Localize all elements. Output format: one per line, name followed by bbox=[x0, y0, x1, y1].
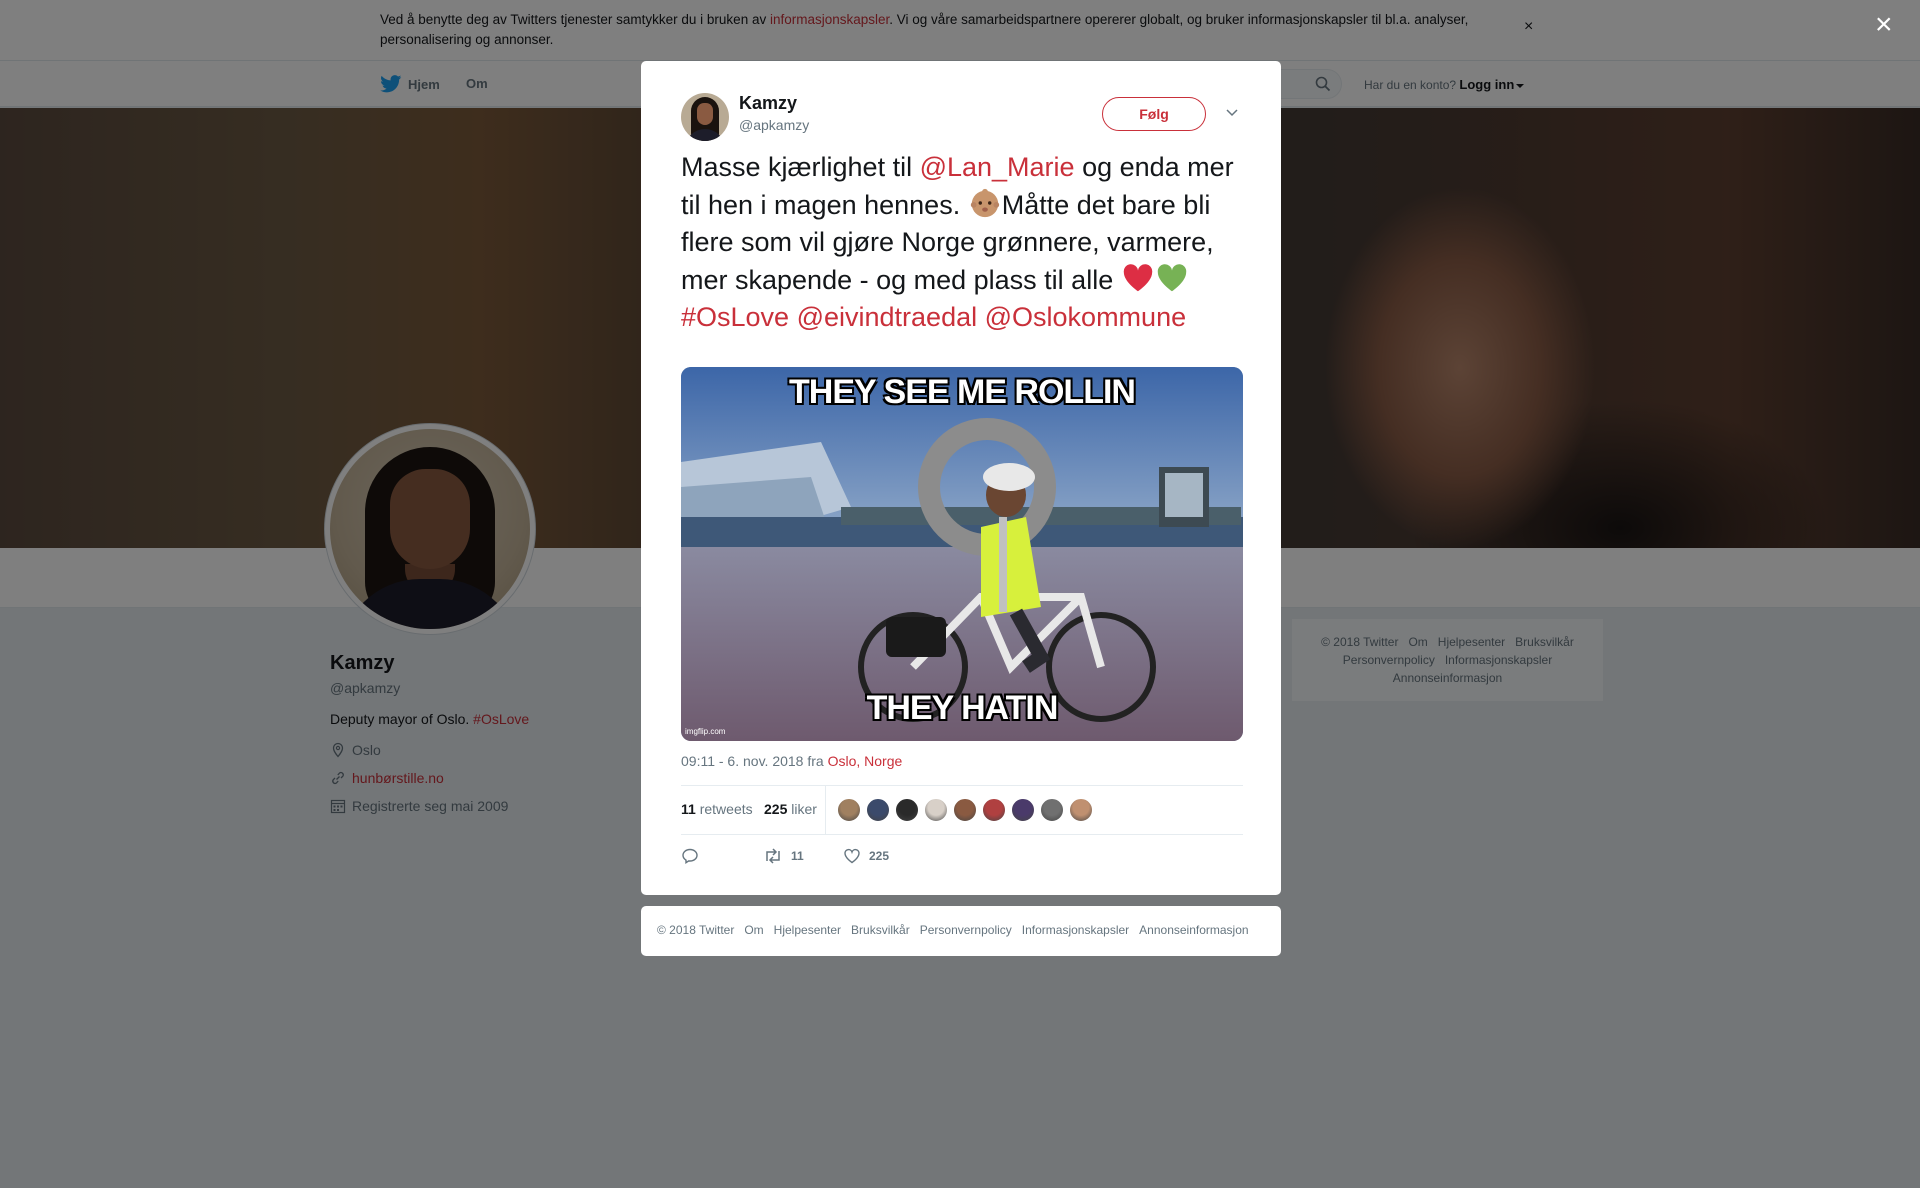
liker-avatar[interactable] bbox=[895, 798, 919, 822]
modal-footer-link-about[interactable]: Om bbox=[744, 923, 763, 937]
retweets-count: 11 bbox=[681, 801, 696, 817]
liker-avatar[interactable] bbox=[953, 798, 977, 822]
heart-icon bbox=[844, 848, 860, 864]
stats-divider bbox=[825, 786, 826, 834]
modal-footer-link-cookies[interactable]: Informasjonskapsler bbox=[1022, 923, 1129, 937]
likes-count: 225 bbox=[764, 801, 788, 817]
tweet-stats: 11 retweets 225 liker bbox=[681, 785, 1243, 835]
tweet-actions: 11 225 bbox=[681, 845, 1243, 875]
meme-caption-bottom: THEY HATIN bbox=[866, 689, 1059, 727]
modal-footer-link-terms[interactable]: Bruksvilkår bbox=[851, 923, 910, 937]
mention-link-lan-marie[interactable]: @Lan_Marie bbox=[920, 152, 1075, 182]
modal-footer-link-privacy[interactable]: Personvernpolicy bbox=[920, 923, 1012, 937]
tweet-timestamp: 09:11 - 6. nov. 2018 fra Oslo, Norge bbox=[681, 753, 902, 769]
liker-avatar[interactable] bbox=[1069, 798, 1093, 822]
like-button[interactable]: 225 bbox=[843, 847, 889, 865]
mention-link-oslokommune[interactable]: @Oslokommune bbox=[985, 302, 1186, 332]
tweet-author-handle[interactable]: @apkamzy bbox=[739, 117, 809, 133]
tweet-modal: Kamzy @apkamzy Følg Masse kjærlighet til… bbox=[641, 61, 1281, 895]
likes-label: liker bbox=[791, 801, 817, 817]
mention-link-eivindtraedal[interactable]: @eivindtraedal bbox=[797, 302, 978, 332]
reply-icon bbox=[682, 848, 698, 865]
liker-avatar[interactable] bbox=[924, 798, 948, 822]
tweet-text-part1: Masse kjærlighet til bbox=[681, 152, 920, 182]
retweet-button[interactable]: 11 bbox=[763, 847, 804, 865]
modal-footer-link-help[interactable]: Hjelpesenter bbox=[774, 923, 841, 937]
like-count: 225 bbox=[869, 849, 890, 863]
tweet-media-image[interactable]: THEY SEE ME ROLLIN THEY HATIN imgflip.co… bbox=[681, 367, 1243, 741]
liker-avatar[interactable] bbox=[866, 798, 890, 822]
tweet-author-name[interactable]: Kamzy bbox=[739, 93, 797, 114]
retweet-count: 11 bbox=[791, 849, 804, 863]
tweet-author-avatar[interactable] bbox=[681, 93, 729, 141]
liker-avatar[interactable] bbox=[982, 798, 1006, 822]
likes-stat[interactable]: 225 liker bbox=[764, 801, 817, 817]
liker-avatar[interactable] bbox=[837, 798, 861, 822]
chevron-down-icon[interactable] bbox=[1225, 105, 1239, 119]
baby-emoji-icon bbox=[970, 188, 999, 218]
liker-avatar[interactable] bbox=[1040, 798, 1064, 822]
meme-photo bbox=[681, 367, 1243, 741]
tweet-text: Masse kjærlighet til @Lan_Marie og enda … bbox=[681, 149, 1251, 336]
liker-avatar[interactable] bbox=[1011, 798, 1035, 822]
modal-footer-copyright: © 2018 Twitter bbox=[657, 923, 735, 937]
red-heart-emoji-icon bbox=[1123, 264, 1152, 292]
retweets-stat[interactable]: 11 retweets bbox=[681, 801, 753, 817]
tweet-time-text: 09:11 - 6. nov. 2018 fra bbox=[681, 753, 828, 769]
modal-footer: © 2018 Twitter Om Hjelpesenter Bruksvilkår P… bbox=[641, 906, 1281, 956]
retweet-icon bbox=[766, 848, 780, 864]
tweet-place-link[interactable]: Oslo, Norge bbox=[828, 753, 903, 769]
meme-caption-top: THEY SEE ME ROLLIN bbox=[789, 373, 1136, 411]
follow-button[interactable]: Følg bbox=[1102, 97, 1206, 131]
retweets-label: retweets bbox=[699, 801, 753, 817]
hashtag-link-oslove[interactable]: #OsLove bbox=[681, 302, 789, 332]
reply-button[interactable] bbox=[681, 847, 707, 865]
close-modal-button[interactable]: × bbox=[1875, 10, 1893, 40]
green-heart-emoji-icon bbox=[1157, 264, 1186, 292]
modal-footer-link-ads-info[interactable]: Annonseinformasjon bbox=[1139, 923, 1248, 937]
meme-watermark: imgflip.com bbox=[685, 727, 726, 736]
